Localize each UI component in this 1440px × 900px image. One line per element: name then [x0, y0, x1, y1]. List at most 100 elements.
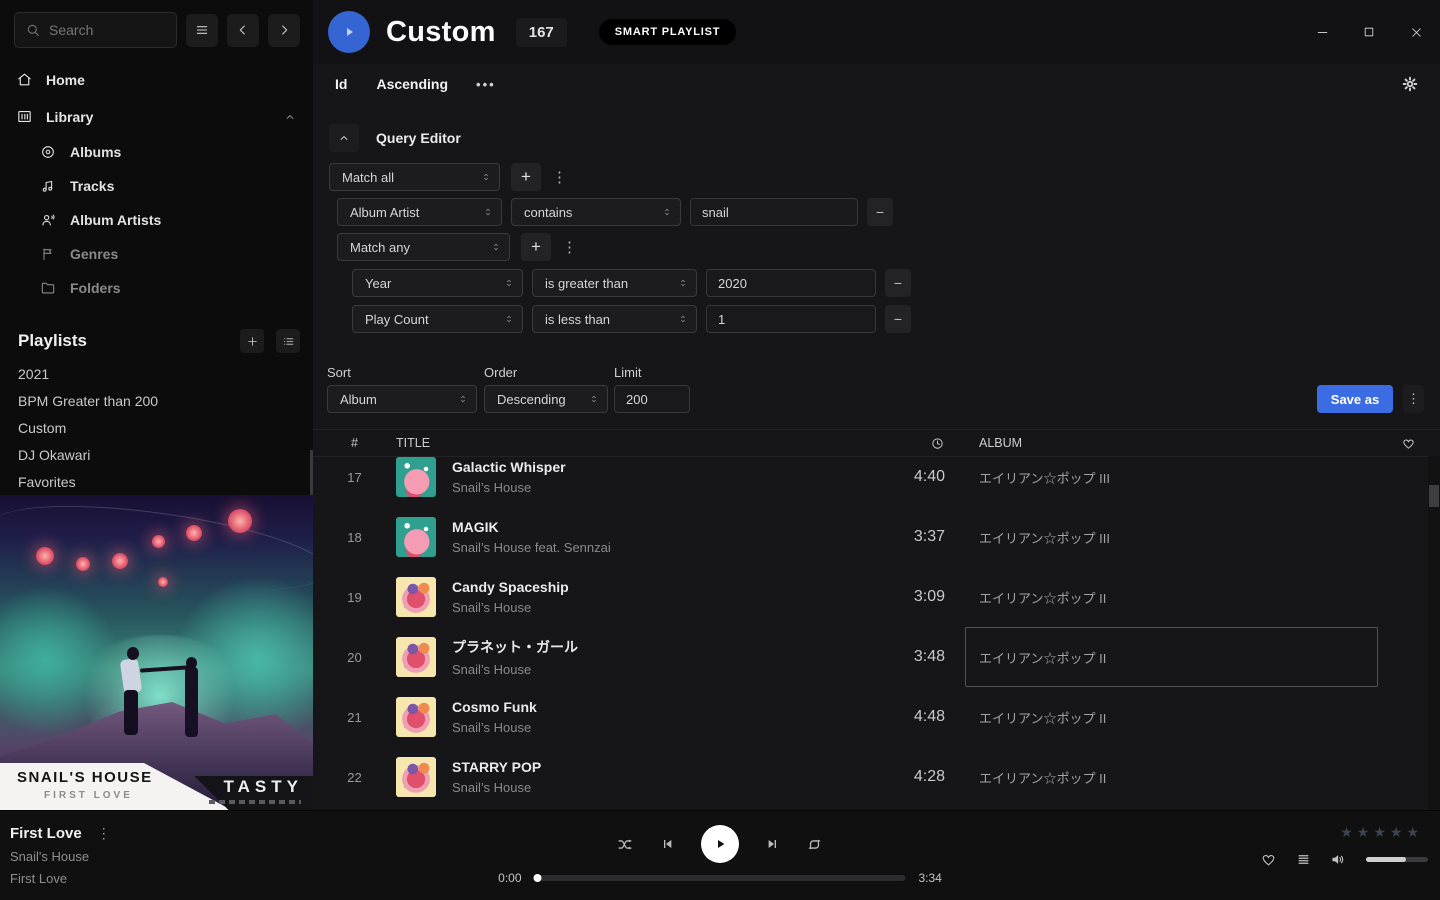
- track-artist[interactable]: Snail’s House: [452, 720, 873, 735]
- now-playing-menu-icon[interactable]: ⋮: [97, 825, 111, 842]
- rule-operator-select[interactable]: contains: [511, 198, 681, 226]
- play-playlist-button[interactable]: [328, 11, 370, 53]
- app-window: Home Library Albums: [0, 0, 1440, 900]
- table-row[interactable]: 21 Cosmo FunkSnail’s House 4:48 エイリアン☆ポッ…: [313, 687, 1440, 747]
- window-maximize-button[interactable]: [1361, 24, 1377, 40]
- track-album[interactable]: エイリアン☆ポップ III: [979, 528, 1376, 547]
- table-row[interactable]: 17 Galactic WhisperSnail’s House 4:40 エイ…: [313, 457, 1440, 507]
- group-match-type-select[interactable]: Match any: [337, 233, 510, 261]
- previous-track-button[interactable]: [660, 836, 676, 852]
- track-album[interactable]: エイリアン☆ポップ II: [979, 648, 1376, 667]
- search-box[interactable]: [14, 12, 177, 48]
- rule-field-select[interactable]: Year: [352, 269, 523, 297]
- limit-input[interactable]: [614, 385, 690, 413]
- favorite-heart-icon[interactable]: [1260, 851, 1277, 868]
- sidebar-item-tracks[interactable]: Tracks: [0, 169, 313, 203]
- track-artist[interactable]: Snail’s House: [452, 780, 873, 795]
- collapse-chevron-icon[interactable]: [283, 110, 297, 124]
- seek-slider[interactable]: [535, 875, 906, 881]
- table-row[interactable]: 19 Candy SpaceshipSnail’s House 3:09 エイリ…: [313, 567, 1440, 627]
- seek-handle[interactable]: [534, 874, 542, 882]
- nav-back-button[interactable]: [227, 14, 259, 47]
- repeat-button[interactable]: [805, 835, 824, 854]
- volume-icon[interactable]: [1330, 851, 1347, 868]
- track-album[interactable]: エイリアン☆ポップ II: [979, 708, 1376, 727]
- playlist-item[interactable]: 2021: [0, 361, 313, 388]
- rule-value-input[interactable]: [690, 198, 858, 226]
- column-header-title[interactable]: TITLE: [396, 436, 873, 450]
- nav-forward-button[interactable]: [268, 14, 300, 47]
- now-playing-album[interactable]: First Love: [10, 871, 111, 886]
- now-playing-artist[interactable]: Snail's House: [10, 849, 111, 864]
- track-artist[interactable]: Snail’s House: [452, 662, 873, 677]
- remove-rule-button[interactable]: −: [885, 305, 911, 333]
- column-header-favorite[interactable]: [1376, 436, 1440, 451]
- scrollbar-thumb[interactable]: [1429, 485, 1439, 507]
- album-art-brand-subtext: [209, 800, 301, 804]
- add-playlist-button[interactable]: [240, 329, 264, 353]
- play-pause-button[interactable]: [701, 825, 739, 863]
- select-value: is greater than: [545, 276, 628, 291]
- track-album[interactable]: エイリアン☆ポップ III: [979, 468, 1376, 487]
- match-type-select[interactable]: Match all: [329, 163, 500, 191]
- track-artist[interactable]: Snail’s House feat. Sennzai: [452, 540, 873, 555]
- playlist-item[interactable]: Custom: [0, 415, 313, 442]
- now-playing-title[interactable]: First Love: [10, 825, 82, 842]
- queue-icon[interactable]: [1296, 852, 1311, 867]
- playlist-item[interactable]: Favorites: [0, 469, 313, 496]
- gear-icon[interactable]: [1401, 75, 1419, 93]
- group-menu-icon[interactable]: ⋮: [562, 238, 574, 256]
- rating-stars[interactable]: ★★★★★: [1340, 824, 1423, 841]
- rule-value-input[interactable]: [706, 269, 876, 297]
- sidebar-scrollbar[interactable]: [310, 450, 313, 495]
- sidebar-item-library[interactable]: Library: [0, 98, 313, 135]
- sort-select[interactable]: Album: [327, 385, 477, 413]
- track-album[interactable]: エイリアン☆ポップ II: [979, 768, 1376, 787]
- table-row[interactable]: 22 STARRY POPSnail’s House 4:28 エイリアン☆ポッ…: [313, 747, 1440, 807]
- sidebar-item-home[interactable]: Home: [0, 61, 313, 98]
- track-thumbnail: [396, 517, 436, 557]
- more-options-icon[interactable]: •••: [476, 77, 496, 92]
- rule-field-select[interactable]: Album Artist: [337, 198, 502, 226]
- remove-rule-button[interactable]: −: [885, 269, 911, 297]
- sidebar-item-albums[interactable]: Albums: [0, 135, 313, 169]
- table-row[interactable]: 18 MAGIKSnail’s House feat. Sennzai 3:37…: [313, 507, 1440, 567]
- playlist-item[interactable]: BPM Greater than 200: [0, 388, 313, 415]
- track-artist[interactable]: Snail’s House: [452, 600, 873, 615]
- sidebar-item-folders[interactable]: Folders: [0, 271, 313, 305]
- rule-operator-select[interactable]: is greater than: [532, 269, 697, 297]
- order-select[interactable]: Descending: [484, 385, 608, 413]
- now-playing-album-art[interactable]: SNAIL'S HOUSE FIRST LOVE TASTY: [0, 495, 313, 810]
- playlist-list-button[interactable]: [276, 329, 300, 353]
- track-artist[interactable]: Snail’s House: [452, 480, 873, 495]
- save-options-icon[interactable]: ⋮: [1403, 385, 1424, 413]
- rule-operator-select[interactable]: is less than: [532, 305, 697, 333]
- column-header-album[interactable]: ALBUM: [979, 436, 1376, 450]
- next-track-button[interactable]: [764, 836, 780, 852]
- query-editor-collapse-button[interactable]: [329, 124, 359, 152]
- track-album[interactable]: エイリアン☆ポップ II: [979, 588, 1376, 607]
- sidebar-item-album-artists[interactable]: Album Artists: [0, 203, 313, 237]
- window-close-button[interactable]: [1408, 24, 1424, 40]
- rule-value-input[interactable]: [706, 305, 876, 333]
- add-rule-button[interactable]: +: [511, 163, 541, 191]
- playlist-item[interactable]: DJ Okawari: [0, 442, 313, 469]
- table-row[interactable]: 20 プラネット・ガールSnail’s House 3:48 エイリアン☆ポップ…: [313, 627, 1440, 687]
- column-header-index[interactable]: #: [313, 436, 396, 450]
- column-header-duration[interactable]: [873, 436, 945, 451]
- sidebar-item-genres[interactable]: Genres: [0, 237, 313, 271]
- window-minimize-button[interactable]: [1314, 24, 1330, 40]
- sort-field-button[interactable]: Id: [335, 76, 347, 92]
- remove-rule-button[interactable]: −: [867, 198, 893, 226]
- rule-group-menu-icon[interactable]: ⋮: [552, 168, 564, 186]
- chevron-right-icon: [276, 22, 292, 38]
- track-thumbnail: [396, 457, 436, 497]
- volume-slider[interactable]: [1366, 857, 1428, 862]
- shuffle-button[interactable]: [616, 835, 635, 854]
- save-as-button[interactable]: Save as: [1317, 385, 1393, 413]
- rule-field-select[interactable]: Play Count: [352, 305, 523, 333]
- sort-direction-button[interactable]: Ascending: [376, 76, 448, 92]
- menu-button[interactable]: [186, 14, 218, 47]
- add-group-rule-button[interactable]: +: [521, 233, 551, 261]
- scrollbar-track[interactable]: [1428, 456, 1440, 810]
